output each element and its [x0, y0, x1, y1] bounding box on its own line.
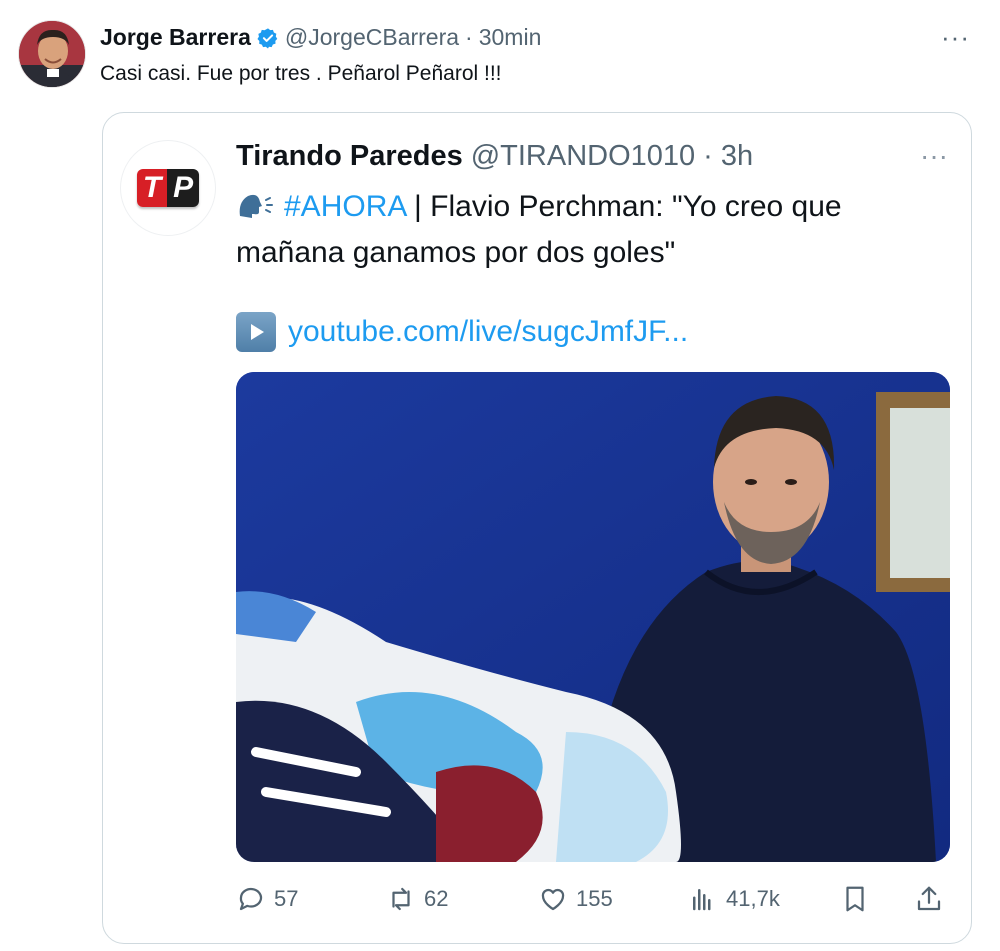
views-count: 41,7k: [726, 886, 780, 911]
action-bar: 57 62 155 41,7k: [236, 884, 950, 924]
like-count: 155: [576, 886, 613, 911]
like-icon: [541, 888, 565, 911]
quoted-tweet-header: Tirando Paredes @TIRANDO1010 · 3h: [236, 140, 753, 173]
tweet-time[interactable]: 30min: [479, 24, 542, 51]
quoted-tweet-time[interactable]: 3h: [721, 140, 753, 173]
retweet-count: 62: [424, 886, 449, 911]
share-icon: [917, 886, 941, 911]
bookmark-icon: [846, 886, 864, 912]
link-row: youtube.com/live/sugcJmfJF...: [236, 312, 688, 352]
logo-letter-p: P: [167, 169, 200, 207]
tp-logo: T P: [136, 169, 200, 207]
quoted-author-name[interactable]: Tirando Paredes: [236, 140, 463, 173]
retweet-icon: [392, 887, 410, 911]
quoted-more-icon[interactable]: ···: [920, 140, 948, 172]
outer-tweet-header: Jorge Barrera @JorgeCBarrera · 30min: [100, 24, 541, 51]
share-button[interactable]: [914, 884, 944, 914]
reply-icon: [239, 887, 263, 911]
logo-letter-t: T: [136, 169, 168, 207]
play-icon: [236, 312, 276, 352]
tweet-text: Casi casi. Fue por tres . Peñarol Peñaro…: [100, 62, 502, 85]
tweet-photo[interactable]: [236, 372, 950, 862]
hashtag-link[interactable]: #AHORA: [284, 190, 406, 223]
views-button[interactable]: 41,7k: [688, 884, 780, 914]
more-icon[interactable]: ···: [941, 22, 970, 53]
retweet-button[interactable]: 62: [386, 884, 448, 914]
author-handle[interactable]: @JorgeCBarrera: [285, 24, 459, 51]
quoted-tweet-text: #AHORA | Flavio Perchman: "Yo creo que m…: [236, 184, 936, 276]
bookmark-button[interactable]: [840, 884, 870, 914]
separator-dot: ·: [703, 140, 713, 172]
quoted-author-handle[interactable]: @TIRANDO1010: [471, 140, 695, 173]
reply-count: 57: [274, 886, 299, 911]
reply-button[interactable]: 57: [236, 884, 298, 914]
author-avatar[interactable]: [18, 20, 86, 88]
youtube-link[interactable]: youtube.com/live/sugcJmfJF...: [288, 315, 688, 349]
quoted-author-avatar[interactable]: T P: [120, 140, 216, 236]
photo-illustration: [236, 372, 950, 862]
verified-badge-icon: [257, 27, 278, 49]
views-icon: [693, 889, 711, 911]
author-name[interactable]: Jorge Barrera: [100, 24, 251, 51]
speaking-head-icon: [239, 194, 273, 218]
separator-dot: ·: [465, 24, 473, 50]
like-button[interactable]: 155: [538, 884, 613, 914]
